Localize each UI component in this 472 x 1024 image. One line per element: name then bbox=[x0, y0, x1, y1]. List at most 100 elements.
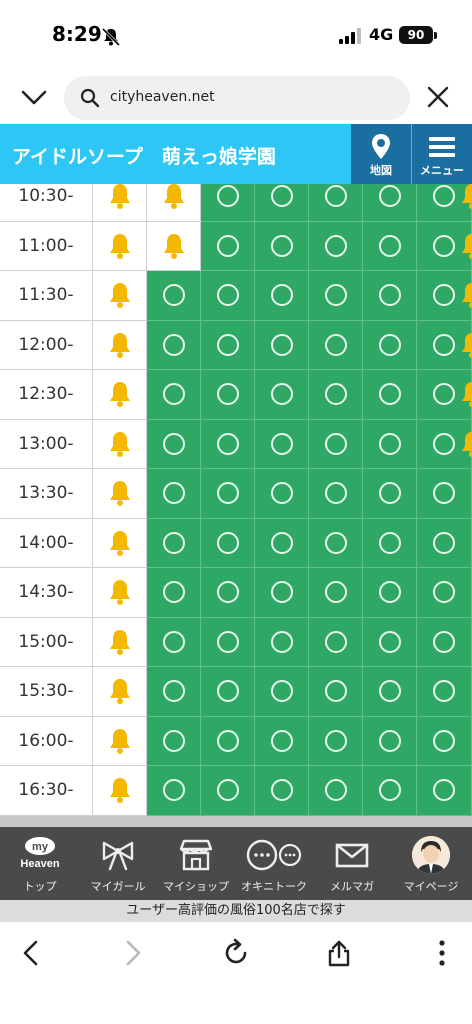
close-icon[interactable] bbox=[427, 86, 449, 108]
waitlist-cell[interactable] bbox=[93, 568, 147, 618]
reload-icon[interactable] bbox=[221, 938, 251, 968]
available-cell[interactable] bbox=[201, 320, 255, 370]
available-cell[interactable] bbox=[201, 667, 255, 717]
available-cell[interactable] bbox=[255, 184, 309, 222]
available-cell[interactable] bbox=[255, 271, 309, 321]
waitlist-cell[interactable] bbox=[93, 716, 147, 766]
available-cell[interactable] bbox=[309, 221, 363, 271]
waitlist-cell[interactable] bbox=[93, 617, 147, 667]
available-cell[interactable] bbox=[147, 667, 201, 717]
available-cell[interactable] bbox=[255, 370, 309, 420]
available-cell[interactable] bbox=[417, 568, 472, 618]
available-cell[interactable] bbox=[255, 667, 309, 717]
url-field[interactable]: cityheaven.net bbox=[64, 76, 410, 120]
available-cell[interactable] bbox=[363, 617, 417, 667]
available-cell[interactable] bbox=[255, 716, 309, 766]
nav-item-my-page[interactable]: マイページ bbox=[391, 827, 471, 900]
available-cell[interactable] bbox=[363, 667, 417, 717]
available-cell[interactable] bbox=[309, 469, 363, 519]
available-cell[interactable] bbox=[309, 667, 363, 717]
available-cell[interactable] bbox=[201, 370, 255, 420]
available-cell[interactable] bbox=[147, 320, 201, 370]
available-cell[interactable] bbox=[201, 766, 255, 816]
available-cell[interactable] bbox=[363, 221, 417, 271]
available-cell[interactable] bbox=[201, 271, 255, 321]
waitlist-cell[interactable] bbox=[147, 221, 201, 271]
available-cell[interactable] bbox=[309, 184, 363, 222]
available-cell[interactable] bbox=[201, 184, 255, 222]
share-icon[interactable] bbox=[324, 938, 354, 968]
available-cell[interactable] bbox=[255, 419, 309, 469]
available-cell[interactable] bbox=[363, 716, 417, 766]
available-cell[interactable] bbox=[147, 469, 201, 519]
available-cell[interactable] bbox=[147, 518, 201, 568]
promo-banner[interactable]: ユーザー高評価の風俗100名店で探す bbox=[0, 900, 472, 922]
available-cell[interactable] bbox=[363, 419, 417, 469]
available-cell[interactable] bbox=[201, 568, 255, 618]
map-button[interactable]: 地図 bbox=[351, 124, 411, 184]
forward-icon[interactable] bbox=[118, 938, 148, 968]
available-cell[interactable] bbox=[255, 221, 309, 271]
available-cell[interactable] bbox=[363, 320, 417, 370]
available-cell[interactable] bbox=[147, 419, 201, 469]
back-icon[interactable] bbox=[16, 938, 46, 968]
available-cell[interactable] bbox=[417, 766, 472, 816]
available-cell[interactable] bbox=[309, 320, 363, 370]
available-cell[interactable] bbox=[147, 271, 201, 321]
available-cell[interactable] bbox=[255, 766, 309, 816]
available-cell[interactable] bbox=[309, 518, 363, 568]
available-cell[interactable] bbox=[363, 766, 417, 816]
waitlist-cell[interactable] bbox=[93, 469, 147, 519]
more-icon[interactable] bbox=[427, 938, 457, 968]
available-cell[interactable] bbox=[417, 518, 472, 568]
available-cell[interactable] bbox=[147, 568, 201, 618]
waitlist-cell[interactable] bbox=[93, 221, 147, 271]
available-cell[interactable] bbox=[201, 518, 255, 568]
shop-name[interactable]: アイドルソープ 萌えっ娘学園 bbox=[12, 142, 276, 169]
available-cell[interactable] bbox=[363, 184, 417, 222]
available-cell[interactable] bbox=[363, 568, 417, 618]
available-cell[interactable] bbox=[147, 716, 201, 766]
chevron-down-icon[interactable] bbox=[20, 86, 48, 108]
waitlist-cell[interactable] bbox=[93, 184, 147, 222]
available-cell[interactable] bbox=[309, 617, 363, 667]
available-cell[interactable] bbox=[363, 469, 417, 519]
available-cell[interactable] bbox=[255, 617, 309, 667]
available-cell[interactable] bbox=[147, 617, 201, 667]
waitlist-cell[interactable] bbox=[93, 419, 147, 469]
available-cell[interactable] bbox=[201, 469, 255, 519]
available-cell[interactable] bbox=[417, 667, 472, 717]
available-cell[interactable] bbox=[363, 271, 417, 321]
available-cell[interactable] bbox=[417, 617, 472, 667]
waitlist-cell[interactable] bbox=[147, 184, 201, 222]
waitlist-cell[interactable] bbox=[93, 271, 147, 321]
available-cell[interactable] bbox=[201, 617, 255, 667]
waitlist-cell[interactable] bbox=[93, 370, 147, 420]
available-cell[interactable] bbox=[255, 518, 309, 568]
available-cell[interactable] bbox=[363, 370, 417, 420]
battery-level: 90 bbox=[399, 26, 433, 44]
available-cell[interactable] bbox=[417, 469, 472, 519]
available-cell[interactable] bbox=[309, 716, 363, 766]
available-cell[interactable] bbox=[201, 221, 255, 271]
available-cell[interactable] bbox=[363, 518, 417, 568]
available-cell[interactable] bbox=[255, 568, 309, 618]
available-cell[interactable] bbox=[417, 716, 472, 766]
available-cell[interactable] bbox=[255, 320, 309, 370]
available-cell[interactable] bbox=[201, 716, 255, 766]
available-cell[interactable] bbox=[309, 271, 363, 321]
waitlist-cell[interactable] bbox=[93, 518, 147, 568]
available-cell[interactable] bbox=[201, 419, 255, 469]
available-cell[interactable] bbox=[309, 568, 363, 618]
available-cell[interactable] bbox=[309, 766, 363, 816]
waitlist-cell[interactable] bbox=[93, 667, 147, 717]
available-cell[interactable] bbox=[147, 766, 201, 816]
nav-item-mail-magazine[interactable]: メルマガ bbox=[312, 827, 392, 900]
menu-button[interactable]: メニュー bbox=[412, 124, 472, 184]
available-cell[interactable] bbox=[255, 469, 309, 519]
waitlist-cell[interactable] bbox=[93, 320, 147, 370]
available-cell[interactable] bbox=[309, 370, 363, 420]
available-cell[interactable] bbox=[309, 419, 363, 469]
waitlist-cell[interactable] bbox=[93, 766, 147, 816]
available-cell[interactable] bbox=[147, 370, 201, 420]
